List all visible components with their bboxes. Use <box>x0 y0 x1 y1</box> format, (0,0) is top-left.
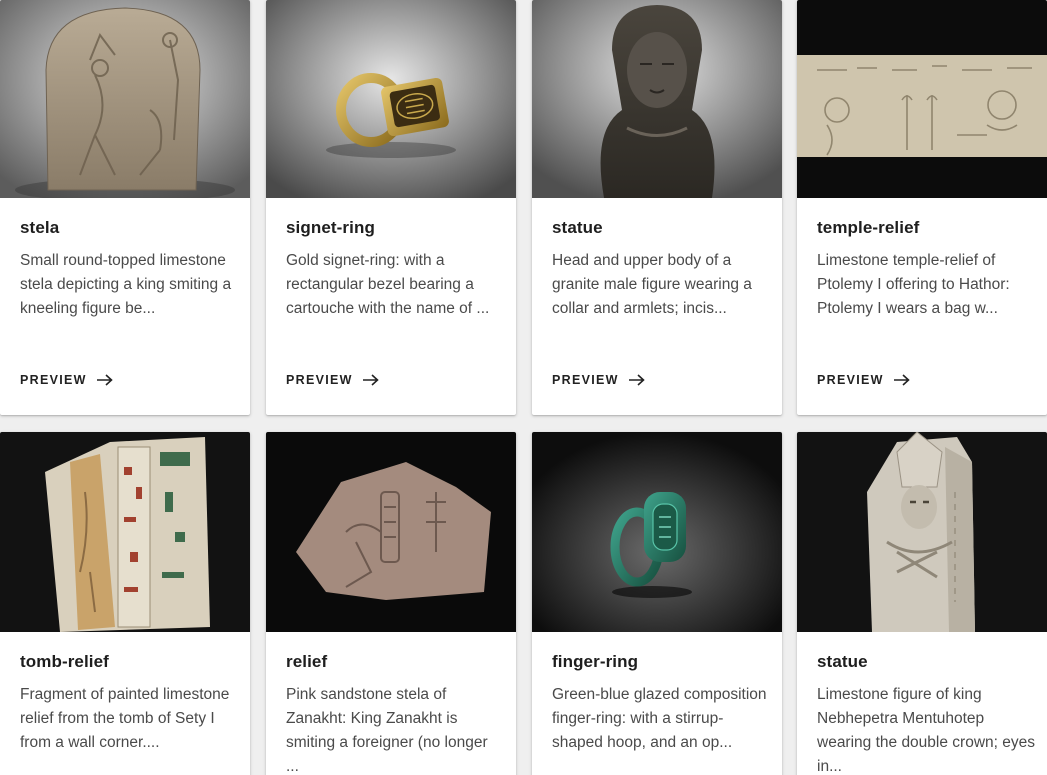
object-image[interactable] <box>797 0 1047 198</box>
object-card[interactable]: finger-ring Green-blue glazed compositio… <box>532 432 782 775</box>
preview-label: PREVIEW <box>286 373 353 387</box>
object-card[interactable]: tomb-relief Fragment of painted limeston… <box>0 432 250 775</box>
object-card[interactable]: signet-ring Gold signet-ring: with a rec… <box>266 0 516 415</box>
object-title: statue <box>552 218 603 237</box>
object-image[interactable] <box>266 0 516 198</box>
object-title: stela <box>20 218 60 237</box>
finger-ring-image <box>532 432 782 632</box>
preview-button[interactable]: PREVIEW <box>20 373 113 387</box>
object-card[interactable]: temple-relief Limestone temple-relief of… <box>797 0 1047 415</box>
object-image[interactable] <box>0 432 250 632</box>
object-card[interactable]: statue Limestone figure of king Nebhepet… <box>797 432 1047 775</box>
object-title: statue <box>817 652 868 671</box>
object-image[interactable] <box>266 432 516 632</box>
object-image[interactable] <box>0 0 250 198</box>
object-description: Small round-topped limestone stela depic… <box>20 252 232 317</box>
object-title: finger-ring <box>552 652 639 671</box>
object-card[interactable]: statue Head and upper body of a granite … <box>532 0 782 415</box>
object-card[interactable]: stela Small round-topped limestone stela… <box>0 0 250 415</box>
object-image[interactable] <box>532 0 782 198</box>
preview-button[interactable]: PREVIEW <box>552 373 645 387</box>
preview-button[interactable]: PREVIEW <box>286 373 379 387</box>
object-description: Green-blue glazed composition finger-rin… <box>552 686 767 751</box>
preview-label: PREVIEW <box>817 373 884 387</box>
object-title: relief <box>286 652 328 671</box>
object-description: Pink sandstone stela of Zanakht: King Za… <box>286 686 488 775</box>
object-description: Limestone figure of king Nebhepetra Ment… <box>817 686 1035 775</box>
object-image[interactable] <box>797 432 1047 632</box>
temple-relief-image <box>797 0 1047 198</box>
signet-ring-image <box>266 0 516 198</box>
object-description: Fragment of painted limestone relief fro… <box>20 686 230 751</box>
preview-button[interactable]: PREVIEW <box>817 373 910 387</box>
arrow-right-icon <box>362 374 379 386</box>
arrow-right-icon <box>893 374 910 386</box>
object-title: signet-ring <box>286 218 375 237</box>
object-title: tomb-relief <box>20 652 109 671</box>
arrow-right-icon <box>628 374 645 386</box>
stela-image <box>0 0 250 198</box>
object-description: Gold signet-ring: with a rectangular bez… <box>286 252 490 317</box>
object-description: Limestone temple-relief of Ptolemy I off… <box>817 252 1010 317</box>
relief-image <box>266 432 516 632</box>
object-description: Head and upper body of a granite male fi… <box>552 252 752 317</box>
collection-grid: stela Small round-topped limestone stela… <box>0 0 1047 775</box>
object-image[interactable] <box>532 432 782 632</box>
preview-label: PREVIEW <box>20 373 87 387</box>
arrow-right-icon <box>96 374 113 386</box>
preview-label: PREVIEW <box>552 373 619 387</box>
statue-image <box>797 432 1047 632</box>
tomb-relief-image <box>0 432 250 632</box>
object-card[interactable]: relief Pink sandstone stela of Zanakht: … <box>266 432 516 775</box>
statue-image <box>532 0 782 198</box>
object-title: temple-relief <box>817 218 920 237</box>
